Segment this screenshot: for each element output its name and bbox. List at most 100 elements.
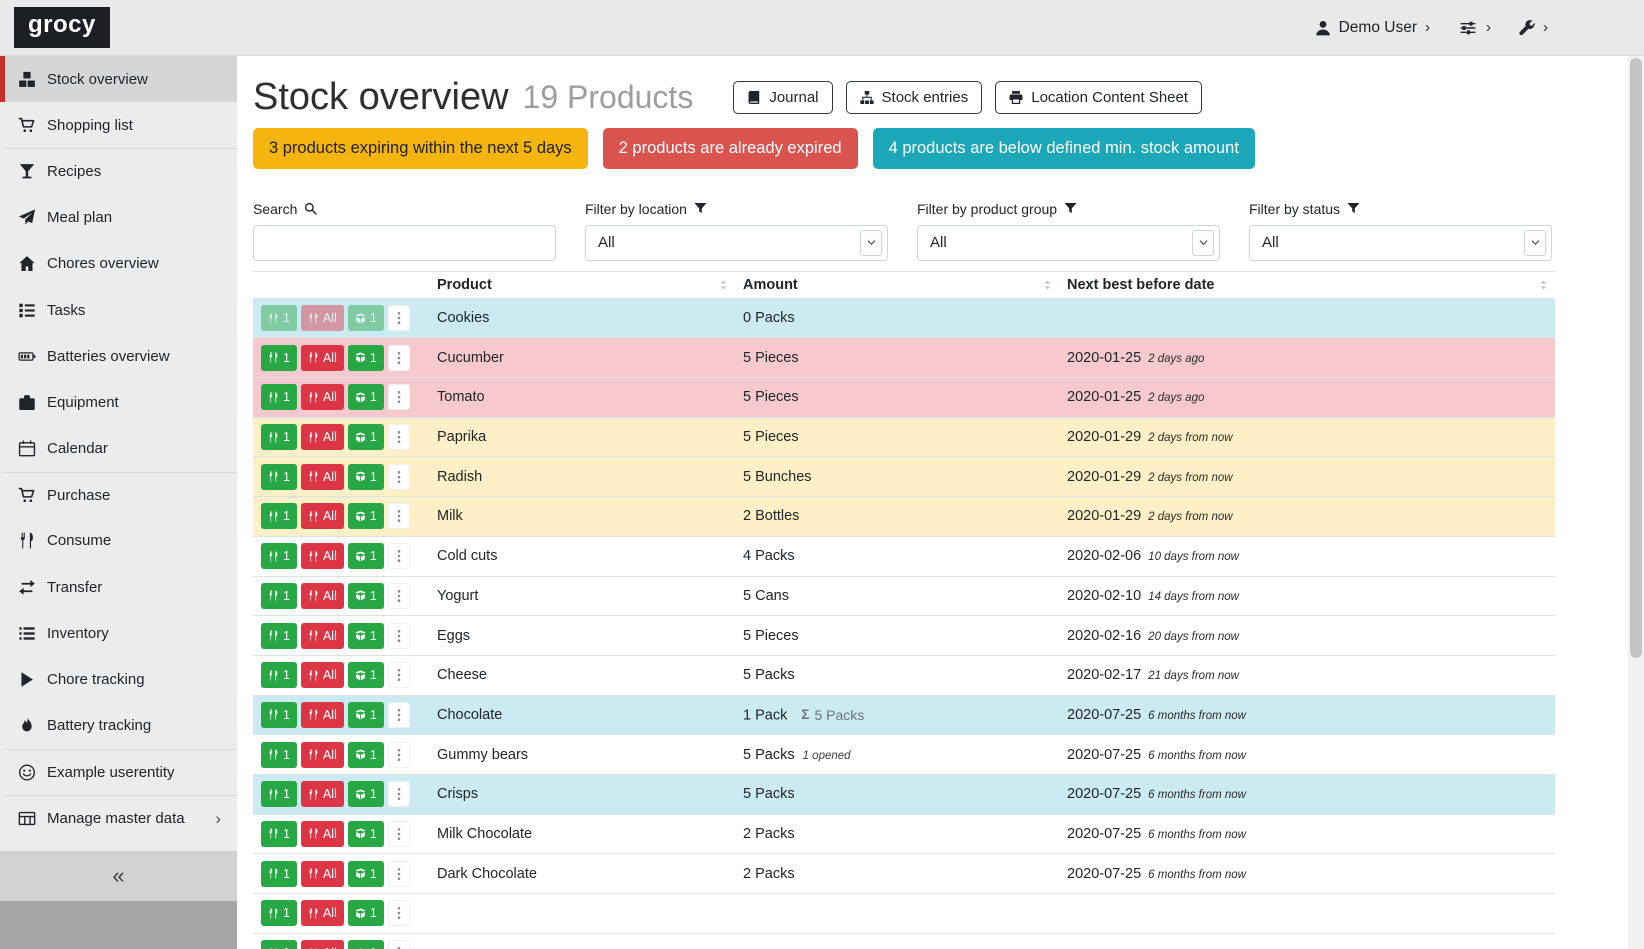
consume-one-button[interactable]: 1 [261, 384, 297, 410]
row-menu-button[interactable] [388, 702, 410, 728]
app-logo[interactable]: grocy [14, 7, 110, 48]
consume-all-button[interactable]: All [301, 305, 344, 331]
consume-all-button[interactable]: All [301, 424, 344, 450]
open-one-button[interactable]: 1 [348, 305, 384, 331]
sidebar-item-manage-master-data[interactable]: Manage master data› [0, 795, 237, 841]
consume-one-button[interactable]: 1 [261, 900, 297, 926]
open-one-button[interactable]: 1 [348, 742, 384, 768]
consume-one-button[interactable]: 1 [261, 702, 297, 728]
consume-one-button[interactable]: 1 [261, 781, 297, 807]
consume-one-button[interactable]: 1 [261, 623, 297, 649]
open-one-button[interactable]: 1 [348, 900, 384, 926]
open-one-button[interactable]: 1 [348, 384, 384, 410]
consume-one-button[interactable]: 1 [261, 940, 297, 949]
stock-entries-button[interactable]: Stock entries [846, 81, 983, 114]
row-menu-button[interactable] [388, 623, 410, 649]
consume-one-button[interactable]: 1 [261, 583, 297, 609]
row-menu-button[interactable] [388, 503, 410, 529]
consume-all-button[interactable]: All [301, 503, 344, 529]
consume-all-button[interactable]: All [301, 900, 344, 926]
open-one-button[interactable]: 1 [348, 781, 384, 807]
sidebar-item-consume[interactable]: Consume [0, 518, 237, 564]
consume-one-button[interactable]: 1 [261, 662, 297, 688]
sidebar-item-stock-overview[interactable]: Stock overview [0, 56, 237, 102]
product-group-select[interactable]: All [917, 225, 1220, 261]
row-menu-button[interactable] [388, 940, 410, 949]
open-one-button[interactable]: 1 [348, 702, 384, 728]
user-menu[interactable]: Demo User › [1315, 19, 1430, 37]
row-menu-button[interactable] [388, 900, 410, 926]
consume-all-button[interactable]: All [301, 861, 344, 887]
consume-one-button[interactable]: 1 [261, 543, 297, 569]
scrollbar-thumb[interactable] [1630, 58, 1642, 658]
open-one-button[interactable]: 1 [348, 345, 384, 371]
sidebar-item-calendar[interactable]: Calendar [0, 426, 237, 472]
settings-menu[interactable]: › [1458, 19, 1491, 36]
consume-all-button[interactable]: All [301, 781, 344, 807]
sidebar-item-shopping-list[interactable]: Shopping list [0, 102, 237, 148]
row-menu-button[interactable] [388, 384, 410, 410]
sidebar-collapse-button[interactable]: « [0, 851, 237, 901]
sidebar-item-purchase[interactable]: Purchase [0, 472, 237, 518]
alert-danger[interactable]: 2 products are already expired [603, 128, 858, 169]
consume-all-button[interactable]: All [301, 583, 344, 609]
sidebar-item-example-userentity[interactable]: Example userentity [0, 749, 237, 795]
consume-all-button[interactable]: All [301, 464, 344, 490]
consume-one-button[interactable]: 1 [261, 345, 297, 371]
sidebar-item-inventory[interactable]: Inventory [0, 610, 237, 656]
consume-all-button[interactable]: All [301, 940, 344, 949]
sidebar-item-transfer[interactable]: Transfer [0, 564, 237, 610]
row-menu-button[interactable] [388, 305, 410, 331]
open-one-button[interactable]: 1 [348, 861, 384, 887]
admin-menu[interactable]: › [1519, 19, 1548, 36]
open-one-button[interactable]: 1 [348, 940, 384, 949]
alert-warning[interactable]: 3 products expiring within the next 5 da… [253, 128, 588, 169]
row-menu-button[interactable] [388, 781, 410, 807]
consume-all-button[interactable]: All [301, 742, 344, 768]
open-one-button[interactable]: 1 [348, 662, 384, 688]
consume-all-button[interactable]: All [301, 623, 344, 649]
consume-one-button[interactable]: 1 [261, 742, 297, 768]
alert-info[interactable]: 4 products are below defined min. stock … [873, 128, 1255, 169]
sidebar-item-batteries-overview[interactable]: Batteries overview [0, 333, 237, 379]
consume-all-button[interactable]: All [301, 821, 344, 847]
sidebar-item-chores-overview[interactable]: Chores overview [0, 241, 237, 287]
consume-one-button[interactable]: 1 [261, 821, 297, 847]
sidebar-item-tasks[interactable]: Tasks [0, 287, 237, 333]
row-menu-button[interactable] [388, 742, 410, 768]
journal-button[interactable]: Journal [733, 81, 832, 114]
open-one-button[interactable]: 1 [348, 623, 384, 649]
open-one-button[interactable]: 1 [348, 543, 384, 569]
consume-one-button[interactable]: 1 [261, 424, 297, 450]
column-header-next-best-before-date[interactable]: Next best before date [1059, 271, 1555, 298]
row-menu-button[interactable] [388, 861, 410, 887]
open-one-button[interactable]: 1 [348, 821, 384, 847]
consume-one-button[interactable]: 1 [261, 305, 297, 331]
open-one-button[interactable]: 1 [348, 503, 384, 529]
open-one-button[interactable]: 1 [348, 464, 384, 490]
vertical-scrollbar[interactable] [1628, 56, 1644, 949]
sidebar-item-battery-tracking[interactable]: Battery tracking [0, 703, 237, 749]
status-select[interactable]: All [1249, 225, 1552, 261]
row-menu-button[interactable] [388, 821, 410, 847]
sidebar-item-meal-plan[interactable]: Meal plan [0, 195, 237, 241]
sidebar-item-equipment[interactable]: Equipment [0, 379, 237, 425]
consume-all-button[interactable]: All [301, 543, 344, 569]
column-header-product[interactable]: Product [429, 271, 735, 298]
search-input[interactable] [253, 225, 556, 261]
sidebar-item-recipes[interactable]: Recipes [0, 148, 237, 194]
row-menu-button[interactable] [388, 424, 410, 450]
row-menu-button[interactable] [388, 464, 410, 490]
consume-all-button[interactable]: All [301, 662, 344, 688]
location-content-sheet-button[interactable]: Location Content Sheet [995, 81, 1202, 114]
consume-one-button[interactable]: 1 [261, 464, 297, 490]
open-one-button[interactable]: 1 [348, 424, 384, 450]
consume-one-button[interactable]: 1 [261, 503, 297, 529]
consume-all-button[interactable]: All [301, 702, 344, 728]
row-menu-button[interactable] [388, 345, 410, 371]
row-menu-button[interactable] [388, 583, 410, 609]
consume-one-button[interactable]: 1 [261, 861, 297, 887]
location-select[interactable]: All [585, 225, 888, 261]
consume-all-button[interactable]: All [301, 345, 344, 371]
column-header-amount[interactable]: Amount [735, 271, 1059, 298]
